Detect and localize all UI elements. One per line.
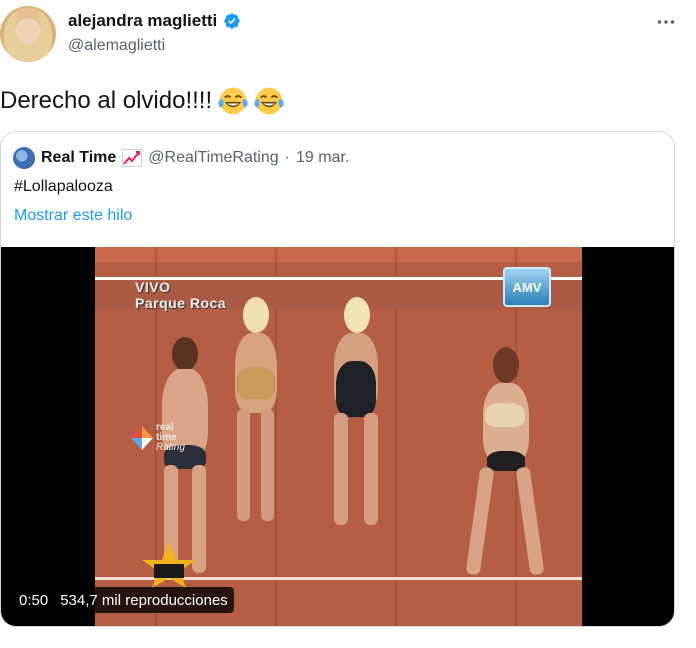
video-info-pill: 0:50 534,7 mil reproducciones [13, 587, 234, 613]
watermark-text: real time Rating [156, 423, 185, 453]
author-name-row: alejandra maglietti [68, 11, 241, 31]
quoted-tweet-date: 19 mar. [295, 149, 350, 166]
more-options-icon[interactable] [656, 12, 676, 32]
author-name[interactable]: alejandra maglietti [68, 11, 217, 31]
quoted-tweet-text: #Lollapalooza [14, 178, 113, 195]
location-label: Parque Roca [135, 295, 227, 311]
video-frame: VIVO Parque Roca AMV real time Rating [95, 247, 582, 626]
tears-of-joy-emoji-icon [218, 87, 248, 115]
quoted-tweet-header: Real Time @RealTimeRating · 19 mar. [13, 147, 349, 169]
quoted-author-handle: @RealTimeRating [148, 149, 279, 166]
verified-badge-icon [224, 13, 240, 29]
dancer-figure [150, 337, 220, 577]
quoted-author-name: Real Time [41, 149, 117, 166]
live-label: VIVO [135, 279, 171, 295]
watermark-line: Rating [156, 442, 185, 453]
show-thread-link[interactable]: Mostrar este hilo [14, 207, 132, 225]
avatar-face [18, 19, 38, 45]
real-time-logo-icon [131, 426, 153, 450]
quoted-tweet-card[interactable]: Real Time @RealTimeRating · 19 mar. #Lol… [0, 131, 675, 627]
video-views: 534,7 mil reproducciones [60, 591, 228, 609]
dancer-figure [320, 297, 390, 532]
tweet-text: Derecho al olvido!!!! [0, 86, 284, 116]
video-time: 0:50 [19, 591, 49, 609]
channel-logo: AMV [503, 267, 551, 307]
dancer-figure [465, 347, 545, 582]
author-avatar[interactable] [0, 6, 56, 62]
chart-increasing-icon [122, 149, 143, 167]
quoted-author-avatar [13, 147, 35, 169]
show-logo-icon [142, 542, 196, 588]
author-handle[interactable]: @alemaglietti [68, 37, 165, 55]
tweet-text-content: Derecho al olvido!!!! [0, 87, 213, 114]
separator-dot: · [284, 149, 290, 166]
live-overlay-text: VIVO Parque Roca [135, 279, 226, 311]
real-time-watermark: real time Rating [131, 423, 185, 453]
dancer-figure [225, 297, 285, 527]
tears-of-joy-emoji-icon [254, 87, 284, 115]
video-player[interactable]: VIVO Parque Roca AMV real time Rating 0:… [1, 247, 674, 626]
